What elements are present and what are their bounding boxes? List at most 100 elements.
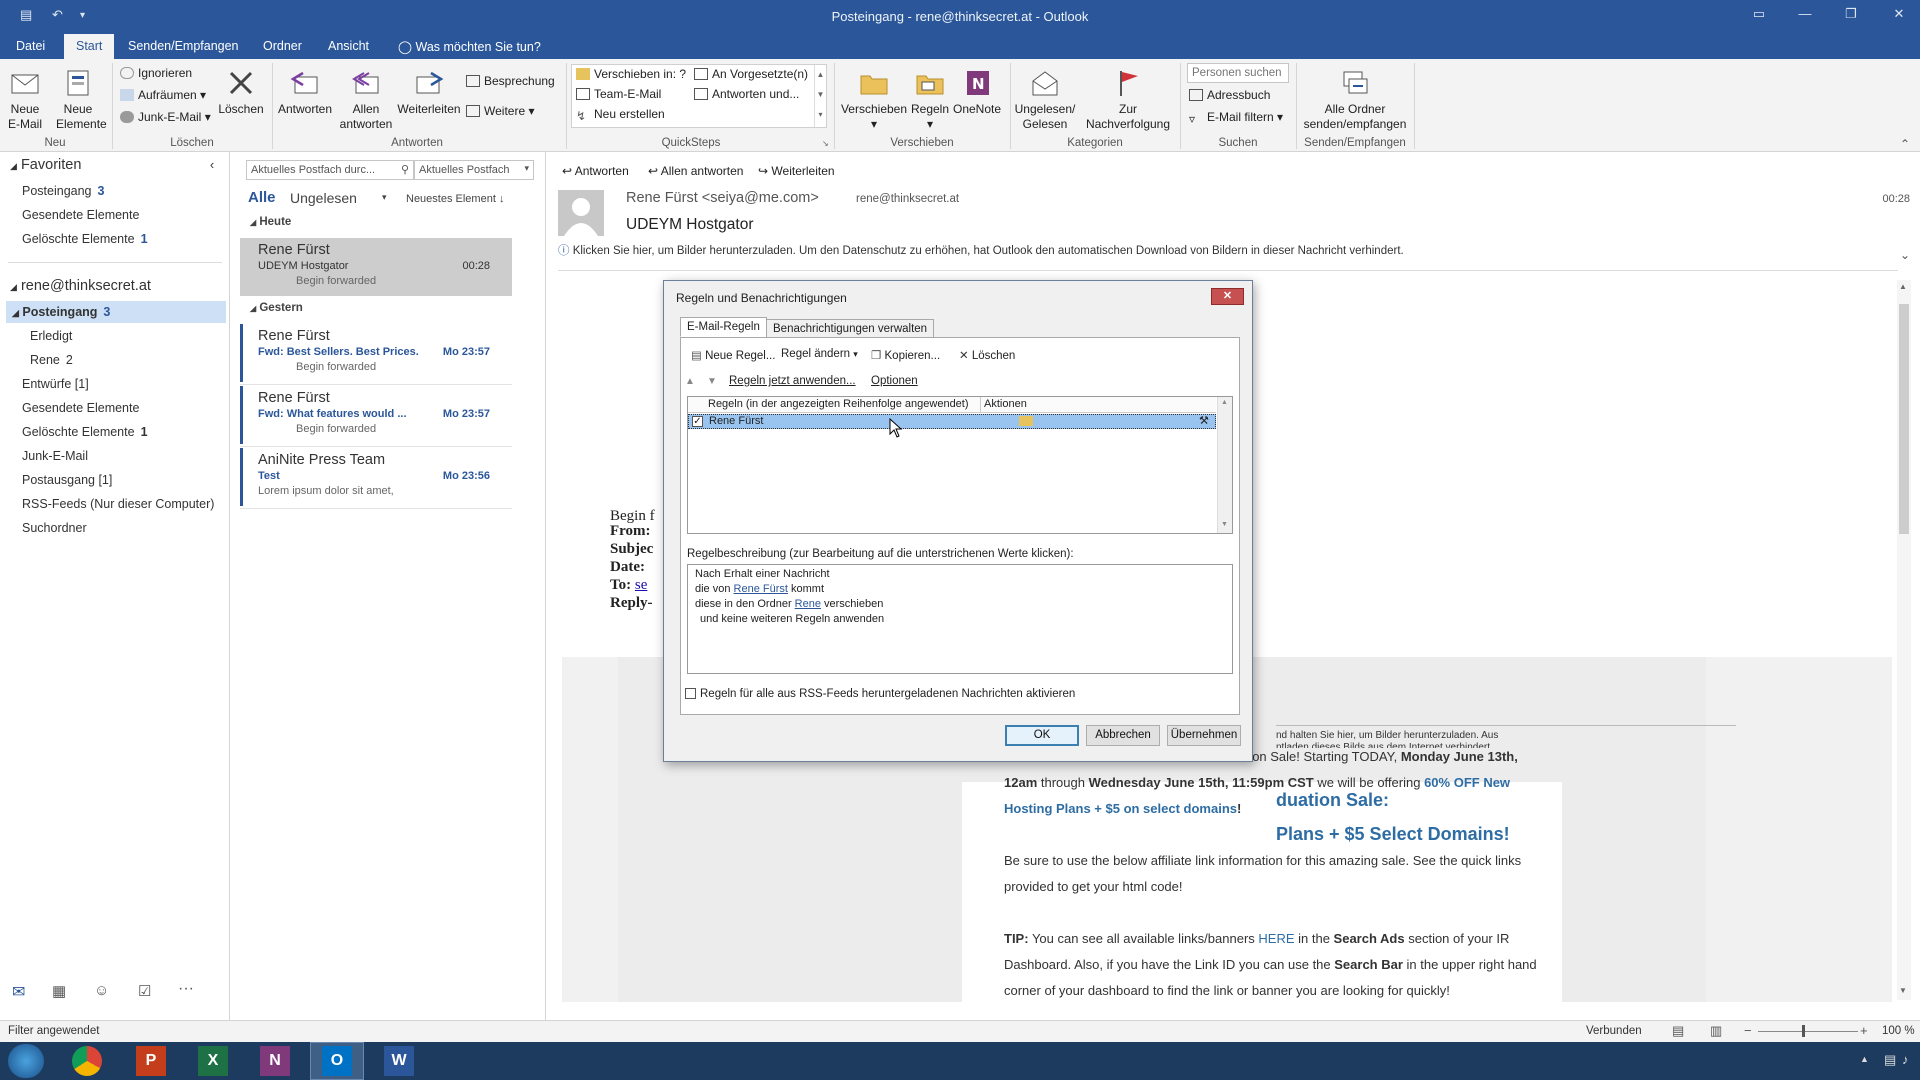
move-button[interactable]: Verschieben ▾ (838, 67, 910, 132)
rules-button[interactable]: Regeln ▾ (910, 67, 950, 132)
mail-icon[interactable]: ✉ (12, 982, 25, 1002)
followup-button[interactable]: Zur Nachverfolgung (1080, 67, 1176, 132)
fav-item-posteingang[interactable]: Posteingang 3 (22, 184, 104, 198)
tab-senden-empfangen[interactable]: Senden/Empfangen (128, 39, 239, 53)
quickstep-move-to[interactable]: Verschieben in: ? (576, 67, 686, 81)
delete-rule-button[interactable]: ✕ Löschen (959, 348, 1015, 362)
addressbook-button[interactable]: Adressbuch (1189, 88, 1270, 102)
quickstep-create-new[interactable]: ↯ Neu erstellen (576, 107, 665, 123)
filter-all[interactable]: Alle (248, 189, 276, 206)
folder-suchordner[interactable]: Suchordner (22, 521, 87, 535)
folder-gesendete[interactable]: Gesendete Elemente (22, 401, 139, 415)
volume-icon[interactable]: ♪ (1902, 1052, 1909, 1067)
folder-geloeschte[interactable]: Gelöschte Elemente 1 (22, 425, 148, 439)
folder-rss[interactable]: RSS-Feeds (Nur dieser Computer) (22, 497, 214, 511)
zoom-in-icon[interactable]: + (1860, 1023, 1868, 1038)
word-icon[interactable]: W (384, 1046, 414, 1076)
folder-junk[interactable]: Junk-E-Mail (22, 449, 88, 463)
reply-button[interactable]: Antworten (275, 67, 335, 117)
onenote-button[interactable]: N OneNote (950, 67, 1004, 117)
minimize-button[interactable]: — (1790, 6, 1820, 21)
copy-rule-button[interactable]: ❐ Kopieren... (871, 348, 940, 362)
quickstep-team-email[interactable]: Team-E-Mail (576, 87, 661, 101)
col-rules[interactable]: Regeln (in der angezeigten Reihenfolge a… (708, 398, 969, 410)
rss-rules-option[interactable]: Regeln für alle aus RSS-Feeds herunterge… (685, 688, 1075, 700)
scrollbar-thumb[interactable] (1899, 304, 1909, 534)
apply-now-link[interactable]: Regeln jetzt anwenden... (729, 375, 856, 387)
tray-expand-icon[interactable]: ▲ (1860, 1054, 1869, 1064)
cancel-button[interactable]: Abbrechen (1086, 725, 1160, 746)
change-rule-button[interactable]: Regel ändern ▾ (781, 348, 858, 360)
ignore-button[interactable]: Ignorieren (120, 66, 192, 80)
group-header-yesterday[interactable]: ◢ Gestern (250, 302, 303, 314)
tasks-icon[interactable]: ☑ (138, 982, 151, 1000)
new-rule-button[interactable]: ▤ Neue Regel... (691, 348, 775, 362)
new-email-button[interactable]: Neue E-Mail (4, 67, 46, 132)
quicksteps-scroll[interactable]: ▲ ▼ ▾ (814, 65, 826, 127)
message-item[interactable]: Rene Fürst Fwd: Best Sellers. Best Price… (240, 324, 512, 382)
calendar-icon[interactable]: ▦ (52, 982, 66, 1000)
normal-view-icon[interactable]: ▤ (1672, 1023, 1684, 1039)
folder-erledigt[interactable]: Erledigt (30, 329, 72, 343)
quickstep-to-manager[interactable]: An Vorgesetzte(n) (694, 67, 808, 81)
email-to[interactable]: rene@thinksecret.at (856, 193, 959, 205)
rules-scrollbar[interactable]: ▲ ▼ (1217, 397, 1232, 533)
fav-item-geloeschte[interactable]: Gelöschte Elemente 1 (22, 232, 148, 246)
apply-button[interactable]: Übernehmen (1167, 725, 1241, 746)
maximize-button[interactable]: ❐ (1836, 6, 1866, 22)
tab-start[interactable]: Start (64, 34, 115, 59)
col-actions[interactable]: Aktionen (984, 398, 1027, 410)
people-icon[interactable]: ☺ (94, 982, 109, 999)
close-button[interactable]: ✕ (1884, 6, 1914, 22)
more-modules-icon[interactable]: ··· (178, 980, 194, 998)
quicksteps-launcher-icon[interactable]: ↘ (822, 139, 829, 148)
scroll-down-icon[interactable]: ▼ (1221, 521, 1228, 528)
outlook-icon[interactable]: O (322, 1046, 352, 1076)
search-mailbox-input[interactable]: Aktuelles Postfach durc... ⚲ (246, 160, 414, 180)
send-receive-all-button[interactable]: Alle Ordner senden/empfangen (1300, 67, 1410, 132)
tell-me-box[interactable]: ◯ Was möchten Sie tun? (398, 39, 541, 54)
unread-read-button[interactable]: Ungelesen/ Gelesen (1012, 67, 1078, 132)
more-reply-button[interactable]: Weitere ▾ (466, 104, 535, 118)
quickstep-reply-delete[interactable]: Antworten und... (694, 87, 799, 101)
folder-entwuerfe[interactable]: Entwürfe [1] (22, 377, 89, 391)
chrome-icon[interactable] (72, 1046, 102, 1076)
filter-unread[interactable]: Ungelesen (290, 190, 357, 206)
start-button-icon[interactable] (8, 1044, 44, 1078)
rule-enabled-checkbox[interactable]: ✓ (692, 416, 703, 427)
move-up-icon[interactable]: ▲ (685, 376, 695, 387)
group-header-today[interactable]: ◢ Heute (250, 216, 291, 228)
scroll-down-icon[interactable]: ▼ (1899, 986, 1907, 995)
zoom-slider-thumb[interactable] (1802, 1025, 1805, 1037)
new-items-button[interactable]: Neue Elemente (56, 67, 107, 132)
message-item[interactable]: Rene Fürst UDEYM Hostgator 00:28 Begin f… (240, 238, 512, 296)
junk-button[interactable]: Junk-E-Mail ▾ (120, 110, 211, 124)
zoom-out-icon[interactable]: − (1744, 1023, 1752, 1038)
folder-rene[interactable]: Rene 2 (30, 353, 73, 367)
options-link[interactable]: Optionen (871, 375, 918, 387)
account-header[interactable]: ◢ rene@thinksecret.at (10, 278, 151, 294)
reply-action[interactable]: ↩ Antworten (562, 164, 629, 178)
search-people-input[interactable] (1187, 63, 1289, 83)
scroll-up-icon[interactable]: ▲ (1899, 282, 1907, 291)
folder-posteingang[interactable]: ◢ Posteingang 3 (12, 305, 110, 319)
powerpoint-icon[interactable]: P (136, 1046, 166, 1076)
fwd-to-link[interactable]: se (635, 577, 648, 593)
favorites-header[interactable]: ◢ Favoriten (10, 157, 81, 173)
search-scope-dropdown[interactable]: Aktuelles Postfach ▾ (414, 160, 534, 180)
sort-dropdown[interactable]: Neuestes Element ↓ (406, 193, 504, 205)
ribbon-display-icon[interactable]: ▭ (1744, 6, 1774, 22)
tip-here-link[interactable]: HERE (1258, 931, 1294, 946)
reply-all-button[interactable]: Allen antworten (338, 67, 394, 132)
collapse-pane-icon[interactable]: ‹ (210, 158, 214, 172)
image-download-infobar[interactable]: ⓘ Klicken Sie hier, um Bilder herunterzu… (558, 242, 1404, 258)
reply-all-action[interactable]: ↩ Allen antworten (648, 164, 743, 178)
tab-datei[interactable]: Datei (16, 39, 45, 53)
scroll-up-icon[interactable]: ▲ (1221, 399, 1228, 406)
tab-ordner[interactable]: Ordner (263, 39, 302, 53)
cleanup-button[interactable]: Aufräumen ▾ (120, 88, 206, 102)
forward-button[interactable]: Weiterleiten (394, 67, 464, 117)
rule-row[interactable]: ✓ Rene Fürst ⚒ (688, 414, 1216, 429)
onenote-taskbar-icon[interactable]: N (260, 1046, 290, 1076)
reading-view-icon[interactable]: ▥ (1710, 1023, 1722, 1039)
